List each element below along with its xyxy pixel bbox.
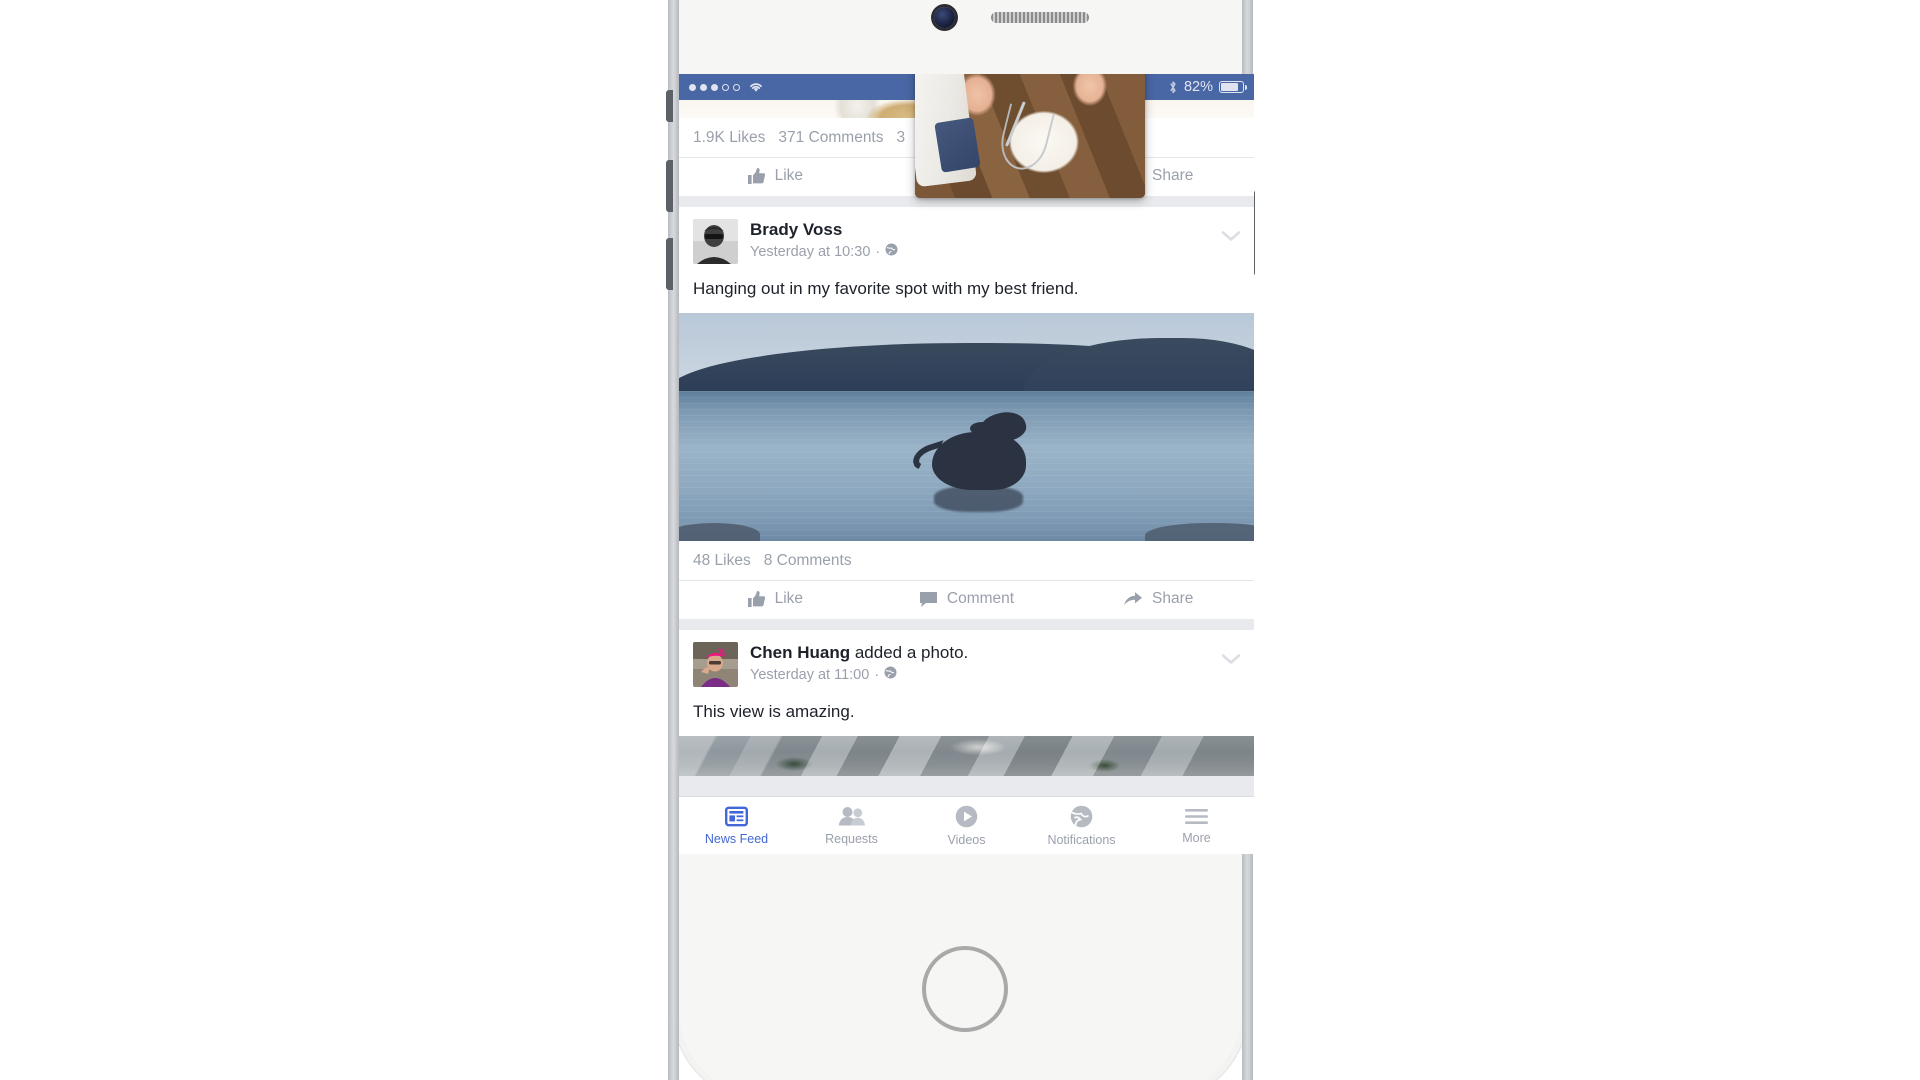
- front-camera-icon: [934, 7, 955, 28]
- post-chen-huang: Chen Huang added a photo. Yesterday at 1…: [679, 630, 1254, 777]
- like-button[interactable]: Like: [679, 590, 871, 608]
- post-author-suffix: added a photo.: [850, 643, 969, 663]
- globe-icon: [885, 243, 898, 260]
- like-label: Like: [774, 590, 804, 608]
- post-meta: Yesterday at 11:00 ·: [750, 666, 968, 683]
- shares-count[interactable]: 3: [897, 129, 906, 147]
- comments-count[interactable]: 371 Comments: [778, 129, 883, 147]
- tab-label: More: [1182, 830, 1211, 845]
- bottom-tab-bar: News Feed Requests Videos Notifications …: [679, 796, 1254, 854]
- news-feed-icon: [725, 806, 748, 827]
- post-menu-chevron-down-icon[interactable]: [1221, 229, 1241, 247]
- tab-label: News Feed: [704, 831, 769, 846]
- tab-notifications[interactable]: Notifications: [1024, 805, 1139, 847]
- tab-videos[interactable]: Videos: [909, 805, 1024, 847]
- share-label: Share: [1151, 167, 1194, 184]
- iphone-device-frame: 9:41 AM 82%: [666, 0, 1255, 1080]
- post-body-text: This view is amazing.: [693, 702, 855, 722]
- tab-label: Requests: [825, 831, 878, 846]
- post-actions: Like Comment Share: [679, 580, 1254, 619]
- home-button[interactable]: [922, 946, 1008, 1032]
- volume-up-button[interactable]: [666, 160, 673, 212]
- bluetooth-icon: [1168, 80, 1178, 95]
- post-brady-voss: Brady Voss Yesterday at 10:30 · Hanging …: [679, 207, 1254, 620]
- tab-more[interactable]: More: [1139, 807, 1254, 845]
- post-author-name[interactable]: Brady Voss: [750, 220, 842, 239]
- status-bar-right: 82%: [1168, 79, 1248, 95]
- post-author-line: Chen Huang added a photo.: [750, 643, 968, 663]
- friend-requests-icon: [838, 806, 866, 827]
- post-timestamp[interactable]: Yesterday at 10:30: [750, 244, 870, 260]
- like-button[interactable]: Like: [679, 167, 871, 185]
- share-label: Share: [1151, 590, 1194, 608]
- silent-switch[interactable]: [666, 90, 673, 122]
- post-header: Chen Huang added a photo. Yesterday at 1…: [679, 630, 1254, 689]
- phone-screen: 9:41 AM 82%: [679, 74, 1254, 854]
- tab-requests[interactable]: Requests: [794, 806, 909, 846]
- battery-percent-label: 82%: [1183, 79, 1213, 95]
- post-header-text: Brady Voss Yesterday at 10:30 ·: [750, 219, 898, 260]
- volume-down-button[interactable]: [666, 238, 673, 290]
- meta-separator: ·: [874, 666, 880, 683]
- comment-label: Comment: [946, 590, 1015, 608]
- post-menu-chevron-down-icon[interactable]: [1221, 652, 1241, 670]
- share-button[interactable]: Share: [1062, 590, 1254, 608]
- battery-icon: [1219, 81, 1248, 93]
- post-separator: [679, 619, 1254, 631]
- earpiece-speaker-icon: [991, 12, 1089, 23]
- post-photo[interactable]: [679, 313, 1254, 542]
- post-stats: 48 Likes 8 Comments: [679, 541, 1254, 580]
- screenshot-stage: 9:41 AM 82%: [0, 0, 1920, 1080]
- videos-play-icon: [955, 805, 978, 828]
- device-body: 9:41 AM 82%: [679, 0, 1254, 1080]
- post-meta: Yesterday at 10:30 ·: [750, 243, 898, 260]
- likes-count[interactable]: 48 Likes: [693, 552, 751, 570]
- comments-count[interactable]: 8 Comments: [764, 552, 852, 570]
- avatar[interactable]: [693, 219, 738, 264]
- likes-count[interactable]: 1.9K Likes: [693, 129, 765, 147]
- globe-notifications-icon: [1070, 805, 1093, 828]
- meta-separator: ·: [875, 243, 881, 260]
- post-author-name[interactable]: Chen Huang: [750, 643, 850, 662]
- tab-label: Videos: [947, 832, 986, 847]
- post-header-text: Chen Huang added a photo. Yesterday at 1…: [750, 642, 968, 683]
- post-body-text: Hanging out in my favorite spot with my …: [693, 279, 1079, 298]
- post-timestamp[interactable]: Yesterday at 11:00: [750, 667, 869, 683]
- tab-news-feed[interactable]: News Feed: [679, 806, 794, 846]
- hamburger-more-icon: [1184, 807, 1209, 826]
- like-label: Like: [774, 167, 804, 184]
- globe-icon: [884, 666, 897, 683]
- dog-in-lake: [909, 408, 1036, 513]
- post-header: Brady Voss Yesterday at 10:30 ·: [679, 207, 1254, 266]
- post-author-line: Brady Voss: [750, 220, 898, 240]
- comment-button[interactable]: Comment: [871, 590, 1063, 608]
- tab-label: Notifications: [1047, 832, 1116, 847]
- post-photo[interactable]: [679, 736, 1254, 777]
- picture-in-picture-video[interactable]: [915, 74, 1145, 198]
- avatar[interactable]: [693, 642, 738, 688]
- news-feed-scroll[interactable]: 1.9K Likes 371 Comments 3 Like Share Bra…: [679, 100, 1254, 854]
